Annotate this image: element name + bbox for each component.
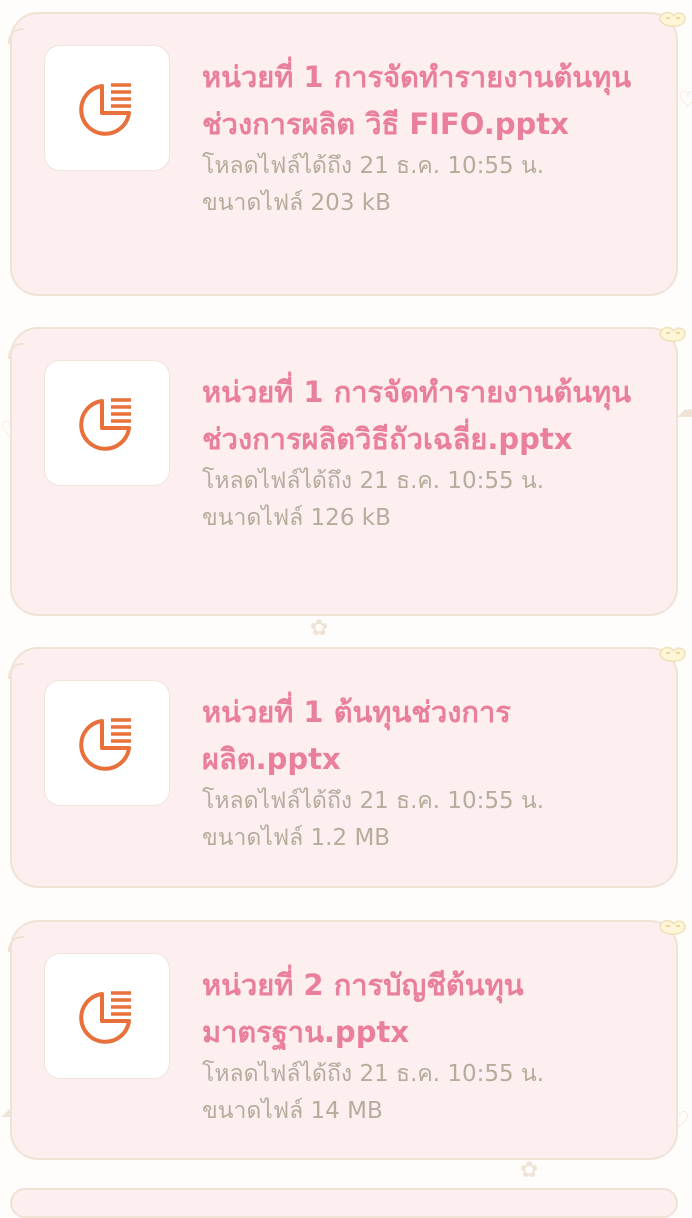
bubble-tail — [8, 936, 24, 952]
presentation-file-icon — [79, 718, 131, 771]
file-name[interactable]: หน่วยที่ 1 การจัดทำรายงานต้นทุนช่วงการผล… — [202, 369, 642, 463]
file-message-bubble[interactable]: หน่วยที่ 2 การบัญชีต้นทุนมาตรฐาน.pptx โห… — [8, 919, 686, 1160]
sparkle-sticker-icon — [659, 646, 686, 662]
file-info: หน่วยที่ 1 การจัดทำรายงานต้นทุนช่วงการผล… — [202, 54, 642, 222]
bubble-tail — [8, 28, 24, 44]
file-thumbnail[interactable] — [44, 680, 170, 806]
file-expiry: โหลดไฟล์ได้ถึง 21 ธ.ค. 10:55 น. — [202, 1061, 545, 1087]
file-size: ขนาดไฟล์ 203 kB — [202, 190, 391, 216]
bubble-tail — [8, 663, 24, 679]
file-name[interactable]: หน่วยที่ 2 การบัญชีต้นทุนมาตรฐาน.pptx — [202, 962, 642, 1056]
file-thumbnail[interactable] — [44, 45, 170, 171]
file-expiry: โหลดไฟล์ได้ถึง 21 ธ.ค. 10:55 น. — [202, 468, 545, 494]
file-expiry: โหลดไฟล์ได้ถึง 21 ธ.ค. 10:55 น. — [202, 788, 545, 814]
file-size: ขนาดไฟล์ 1.2 MB — [202, 825, 391, 851]
sparkle-sticker-icon — [659, 919, 686, 935]
sparkle-sticker-icon — [659, 11, 686, 27]
file-size: ขนาดไฟล์ 14 MB — [202, 1098, 383, 1124]
presentation-file-icon — [79, 991, 131, 1044]
file-message-bubble[interactable]: หน่วยที่ 1 การจัดทำรายงานต้นทุนช่วงการผล… — [8, 326, 686, 616]
file-name[interactable]: หน่วยที่ 1 ต้นทุนช่วงการผลิต.pptx — [202, 689, 642, 783]
sparkle-sticker-icon — [659, 326, 686, 342]
presentation-file-icon — [79, 398, 131, 451]
file-info: หน่วยที่ 1 ต้นทุนช่วงการผลิต.pptx โหลดไฟ… — [202, 689, 642, 857]
file-message-bubble[interactable]: หน่วยที่ 1 ต้นทุนช่วงการผลิต.pptx โหลดไฟ… — [8, 646, 686, 888]
file-name[interactable]: หน่วยที่ 1 การจัดทำรายงานต้นทุนช่วงการผล… — [202, 54, 642, 148]
background-doodle: ✿ — [310, 616, 329, 641]
file-expiry: โหลดไฟล์ได้ถึง 21 ธ.ค. 10:55 น. — [202, 153, 545, 179]
file-thumbnail[interactable] — [44, 953, 170, 1079]
file-thumbnail[interactable] — [44, 360, 170, 486]
next-message-bubble-edge[interactable] — [10, 1188, 678, 1218]
file-info: หน่วยที่ 1 การจัดทำรายงานต้นทุนช่วงการผล… — [202, 369, 642, 537]
file-info: หน่วยที่ 2 การบัญชีต้นทุนมาตรฐาน.pptx โห… — [202, 962, 642, 1130]
file-size: ขนาดไฟล์ 126 kB — [202, 505, 391, 531]
background-doodle: ✿ — [520, 1158, 539, 1183]
file-message-bubble[interactable]: หน่วยที่ 1 การจัดทำรายงานต้นทุนช่วงการผล… — [8, 11, 686, 296]
chat-message-list[interactable]: ♡ ☁ ✿ ♡ ☁ ✿ ♡ หน่วยที่ 1 การจัดทำรายงานต… — [0, 0, 692, 1218]
bubble-tail — [8, 343, 24, 359]
background-doodle: ♡ — [678, 88, 692, 113]
background-doodle: ☁ — [676, 398, 692, 423]
presentation-file-icon — [79, 83, 131, 136]
